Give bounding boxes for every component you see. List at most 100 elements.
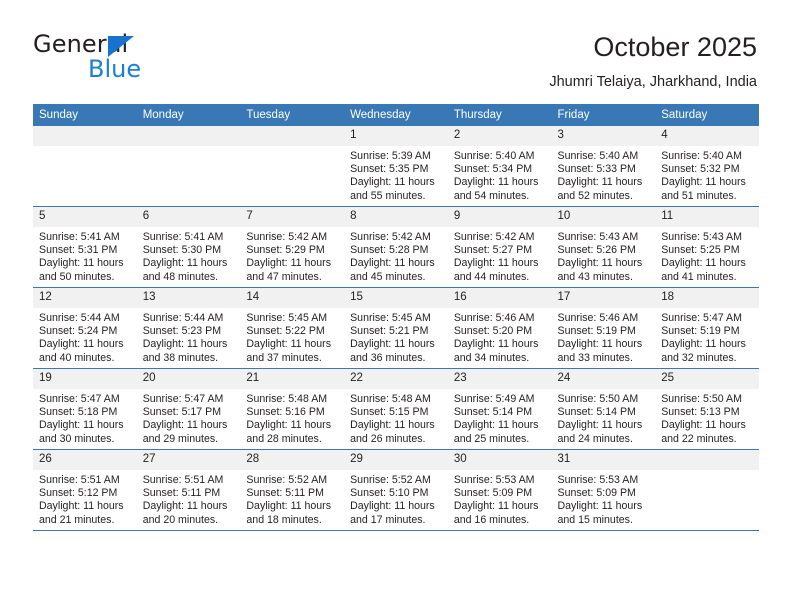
- day-number: 20: [136, 369, 241, 389]
- sunrise-text: Sunrise: 5:39 AM: [350, 150, 431, 162]
- calendar-day-cell[interactable]: 1 Sunrise: 5:39 AM Sunset: 5:35 PM Daylight…: [344, 126, 448, 207]
- calendar-day-cell[interactable]: 12 Sunrise: 5:44 AM Sunset: 5:24 PM Dayligh…: [33, 287, 137, 369]
- sun-info: Sunrise: 5:53 AM Sunset: 5:09 PM Daylight:…: [448, 470, 552, 527]
- day-number: [33, 126, 137, 146]
- weekday-header-wednesday: Wednesday: [344, 104, 448, 126]
- calendar-day-cell[interactable]: 14 Sunrise: 5:45 AM Sunset: 5:22 PM Dayligh…: [240, 287, 345, 369]
- daylight-text-line2: and 50 minutes.: [39, 270, 115, 283]
- calendar-day-cell[interactable]: 27 Sunrise: 5:51 AM Sunset: 5:11 PM Dayligh…: [136, 449, 241, 531]
- sun-info: Sunrise: 5:47 AM Sunset: 5:17 PM Daylight:…: [137, 389, 241, 446]
- calendar-day-cell[interactable]: 6 Sunrise: 5:41 AM Sunset: 5:30 PM Daylight…: [136, 206, 241, 288]
- sun-info: Sunrise: 5:46 AM Sunset: 5:19 PM Daylight:…: [552, 308, 656, 365]
- daylight-text-line1: Daylight: 11 hours: [661, 257, 746, 270]
- sun-info: Sunrise: 5:53 AM Sunset: 5:09 PM Daylight:…: [552, 470, 656, 527]
- calendar-day-cell[interactable]: 22 Sunrise: 5:48 AM Sunset: 5:15 PM Dayligh…: [344, 368, 448, 450]
- calendar-day-cell[interactable]: 17 Sunrise: 5:46 AM Sunset: 5:19 PM Dayligh…: [551, 287, 656, 369]
- calendar-day-cell[interactable]: 30 Sunrise: 5:53 AM Sunset: 5:09 PM Dayligh…: [447, 449, 552, 531]
- calendar-day-cell[interactable]: 31 Sunrise: 5:53 AM Sunset: 5:09 PM Dayligh…: [551, 449, 656, 531]
- sun-info: Sunrise: 5:49 AM Sunset: 5:14 PM Daylight:…: [448, 389, 552, 446]
- day-number: 11: [655, 207, 759, 227]
- calendar-day-cell[interactable]: 3 Sunrise: 5:40 AM Sunset: 5:33 PM Daylight…: [551, 126, 656, 207]
- calendar-day-cell[interactable]: 21 Sunrise: 5:48 AM Sunset: 5:16 PM Dayligh…: [240, 368, 345, 450]
- sun-info: Sunrise: 5:52 AM Sunset: 5:10 PM Daylight:…: [344, 470, 448, 527]
- sun-info: Sunrise: 5:41 AM Sunset: 5:30 PM Daylight:…: [137, 227, 241, 284]
- calendar-day-cell[interactable]: 15 Sunrise: 5:45 AM Sunset: 5:21 PM Dayligh…: [344, 287, 448, 369]
- day-number: 14: [240, 288, 345, 308]
- calendar-day-cell[interactable]: 8 Sunrise: 5:42 AM Sunset: 5:28 PM Daylight…: [344, 206, 448, 288]
- sunset-text: Sunset: 5:10 PM: [350, 487, 429, 500]
- sunrise-text: Sunrise: 5:40 AM: [453, 150, 535, 162]
- daylight-text-line1: Daylight: 11 hours: [350, 176, 435, 189]
- day-number: 21: [240, 369, 345, 389]
- day-number: [136, 126, 241, 146]
- calendar-week-row: 12 Sunrise: 5:44 AM Sunset: 5:24 PM Dayligh…: [33, 287, 759, 369]
- sun-info: Sunrise: 5:41 AM Sunset: 5:31 PM Daylight:…: [33, 227, 137, 284]
- calendar-day-cell[interactable]: 9 Sunrise: 5:42 AM Sunset: 5:27 PM Daylight…: [447, 206, 552, 288]
- daylight-text-line1: Daylight: 11 hours: [557, 419, 643, 432]
- daylight-text-line2: and 16 minutes.: [453, 513, 530, 526]
- calendar-day-cell[interactable]: 7 Sunrise: 5:42 AM Sunset: 5:29 PM Daylight…: [240, 206, 345, 288]
- sunrise-text: Sunrise: 5:50 AM: [661, 393, 742, 405]
- day-number: 17: [551, 288, 656, 308]
- daylight-text-line1: Daylight: 11 hours: [350, 338, 435, 351]
- sun-info: Sunrise: 5:46 AM Sunset: 5:20 PM Daylight:…: [448, 308, 552, 365]
- daylight-text-line2: and 36 minutes.: [350, 351, 426, 364]
- daylight-text-line2: and 54 minutes.: [453, 189, 530, 202]
- daylight-text-line1: Daylight: 11 hours: [557, 176, 643, 189]
- calendar-day-cell[interactable]: 18 Sunrise: 5:47 AM Sunset: 5:19 PM Dayligh…: [655, 287, 759, 369]
- calendar-day-cell[interactable]: 28 Sunrise: 5:52 AM Sunset: 5:11 PM Dayligh…: [240, 449, 345, 531]
- sunset-text: Sunset: 5:24 PM: [39, 325, 118, 338]
- calendar-day-cell[interactable]: 16 Sunrise: 5:46 AM Sunset: 5:20 PM Dayligh…: [447, 287, 552, 369]
- sunrise-text: Sunrise: 5:43 AM: [661, 231, 742, 243]
- sunrise-text: Sunrise: 5:53 AM: [557, 474, 639, 486]
- calendar-day-cell[interactable]: 4 Sunrise: 5:40 AM Sunset: 5:32 PM Daylight…: [655, 126, 759, 207]
- sunset-text: Sunset: 5:22 PM: [246, 325, 325, 338]
- calendar-day-cell[interactable]: 5 Sunrise: 5:41 AM Sunset: 5:31 PM Daylight…: [33, 206, 137, 288]
- day-number: 13: [136, 288, 241, 308]
- sun-info: Sunrise: 5:45 AM Sunset: 5:22 PM Daylight:…: [240, 308, 344, 365]
- sunrise-text: Sunrise: 5:42 AM: [246, 231, 328, 243]
- sunset-text: Sunset: 5:15 PM: [350, 406, 429, 419]
- sunrise-text: Sunrise: 5:48 AM: [246, 393, 328, 405]
- sunrise-text: Sunrise: 5:52 AM: [246, 474, 328, 486]
- day-number: 27: [136, 450, 241, 470]
- daylight-text-line1: Daylight: 11 hours: [350, 257, 435, 270]
- calendar-day-cell[interactable]: 23 Sunrise: 5:49 AM Sunset: 5:14 PM Dayligh…: [447, 368, 552, 450]
- sunrise-text: Sunrise: 5:51 AM: [39, 474, 120, 486]
- calendar-day-cell[interactable]: 20 Sunrise: 5:47 AM Sunset: 5:17 PM Dayligh…: [136, 368, 241, 450]
- daylight-text-line2: and 51 minutes.: [661, 189, 737, 202]
- calendar-day-cell[interactable]: 24 Sunrise: 5:50 AM Sunset: 5:14 PM Dayligh…: [551, 368, 656, 450]
- sunset-text: Sunset: 5:20 PM: [453, 325, 533, 338]
- sun-info: Sunrise: 5:44 AM Sunset: 5:23 PM Daylight:…: [137, 308, 241, 365]
- day-number: 29: [344, 450, 448, 470]
- daylight-text-line2: and 22 minutes.: [661, 432, 737, 445]
- calendar-day-cell[interactable]: 19 Sunrise: 5:47 AM Sunset: 5:18 PM Dayligh…: [33, 368, 137, 450]
- weekday-header-friday: Friday: [551, 104, 656, 126]
- calendar-day-cell[interactable]: 29 Sunrise: 5:52 AM Sunset: 5:10 PM Dayligh…: [344, 449, 448, 531]
- day-number: 19: [33, 369, 137, 389]
- calendar-day-cell[interactable]: 2 Sunrise: 5:40 AM Sunset: 5:34 PM Daylight…: [447, 126, 552, 207]
- daylight-text-line2: and 32 minutes.: [661, 351, 737, 364]
- sunset-text: Sunset: 5:23 PM: [142, 325, 222, 338]
- sun-info: Sunrise: 5:42 AM Sunset: 5:27 PM Daylight:…: [448, 227, 552, 284]
- calendar-day-cell[interactable]: 26 Sunrise: 5:51 AM Sunset: 5:12 PM Dayligh…: [33, 449, 137, 531]
- day-number: 28: [240, 450, 345, 470]
- daylight-text-line1: Daylight: 11 hours: [39, 257, 124, 270]
- sunrise-text: Sunrise: 5:40 AM: [557, 150, 639, 162]
- daylight-text-line2: and 18 minutes.: [246, 513, 322, 526]
- sunset-text: Sunset: 5:19 PM: [661, 325, 740, 338]
- sun-info: Sunrise: 5:51 AM Sunset: 5:12 PM Daylight:…: [33, 470, 137, 527]
- calendar-day-cell[interactable]: 13 Sunrise: 5:44 AM Sunset: 5:23 PM Dayligh…: [136, 287, 241, 369]
- sunset-text: Sunset: 5:29 PM: [246, 244, 325, 257]
- calendar-day-cell[interactable]: 11 Sunrise: 5:43 AM Sunset: 5:25 PM Dayligh…: [655, 206, 759, 288]
- calendar-body: 1 Sunrise: 5:39 AM Sunset: 5:35 PM Daylight…: [33, 126, 759, 531]
- daylight-text-line2: and 25 minutes.: [453, 432, 530, 445]
- sun-info: Sunrise: 5:48 AM Sunset: 5:15 PM Daylight:…: [344, 389, 448, 446]
- calendar-day-cell[interactable]: 10 Sunrise: 5:43 AM Sunset: 5:26 PM Dayligh…: [551, 206, 656, 288]
- calendar-day-cell[interactable]: 25 Sunrise: 5:50 AM Sunset: 5:13 PM Dayligh…: [655, 368, 759, 450]
- daylight-text-line1: Daylight: 11 hours: [142, 338, 228, 351]
- calendar-week-row: 5 Sunrise: 5:41 AM Sunset: 5:31 PM Daylight…: [33, 206, 759, 288]
- sunset-text: Sunset: 5:27 PM: [453, 244, 533, 257]
- sunset-text: Sunset: 5:16 PM: [246, 406, 325, 419]
- sunrise-sunset-calendar: Sunday Monday Tuesday Wednesday Thursday…: [33, 104, 759, 531]
